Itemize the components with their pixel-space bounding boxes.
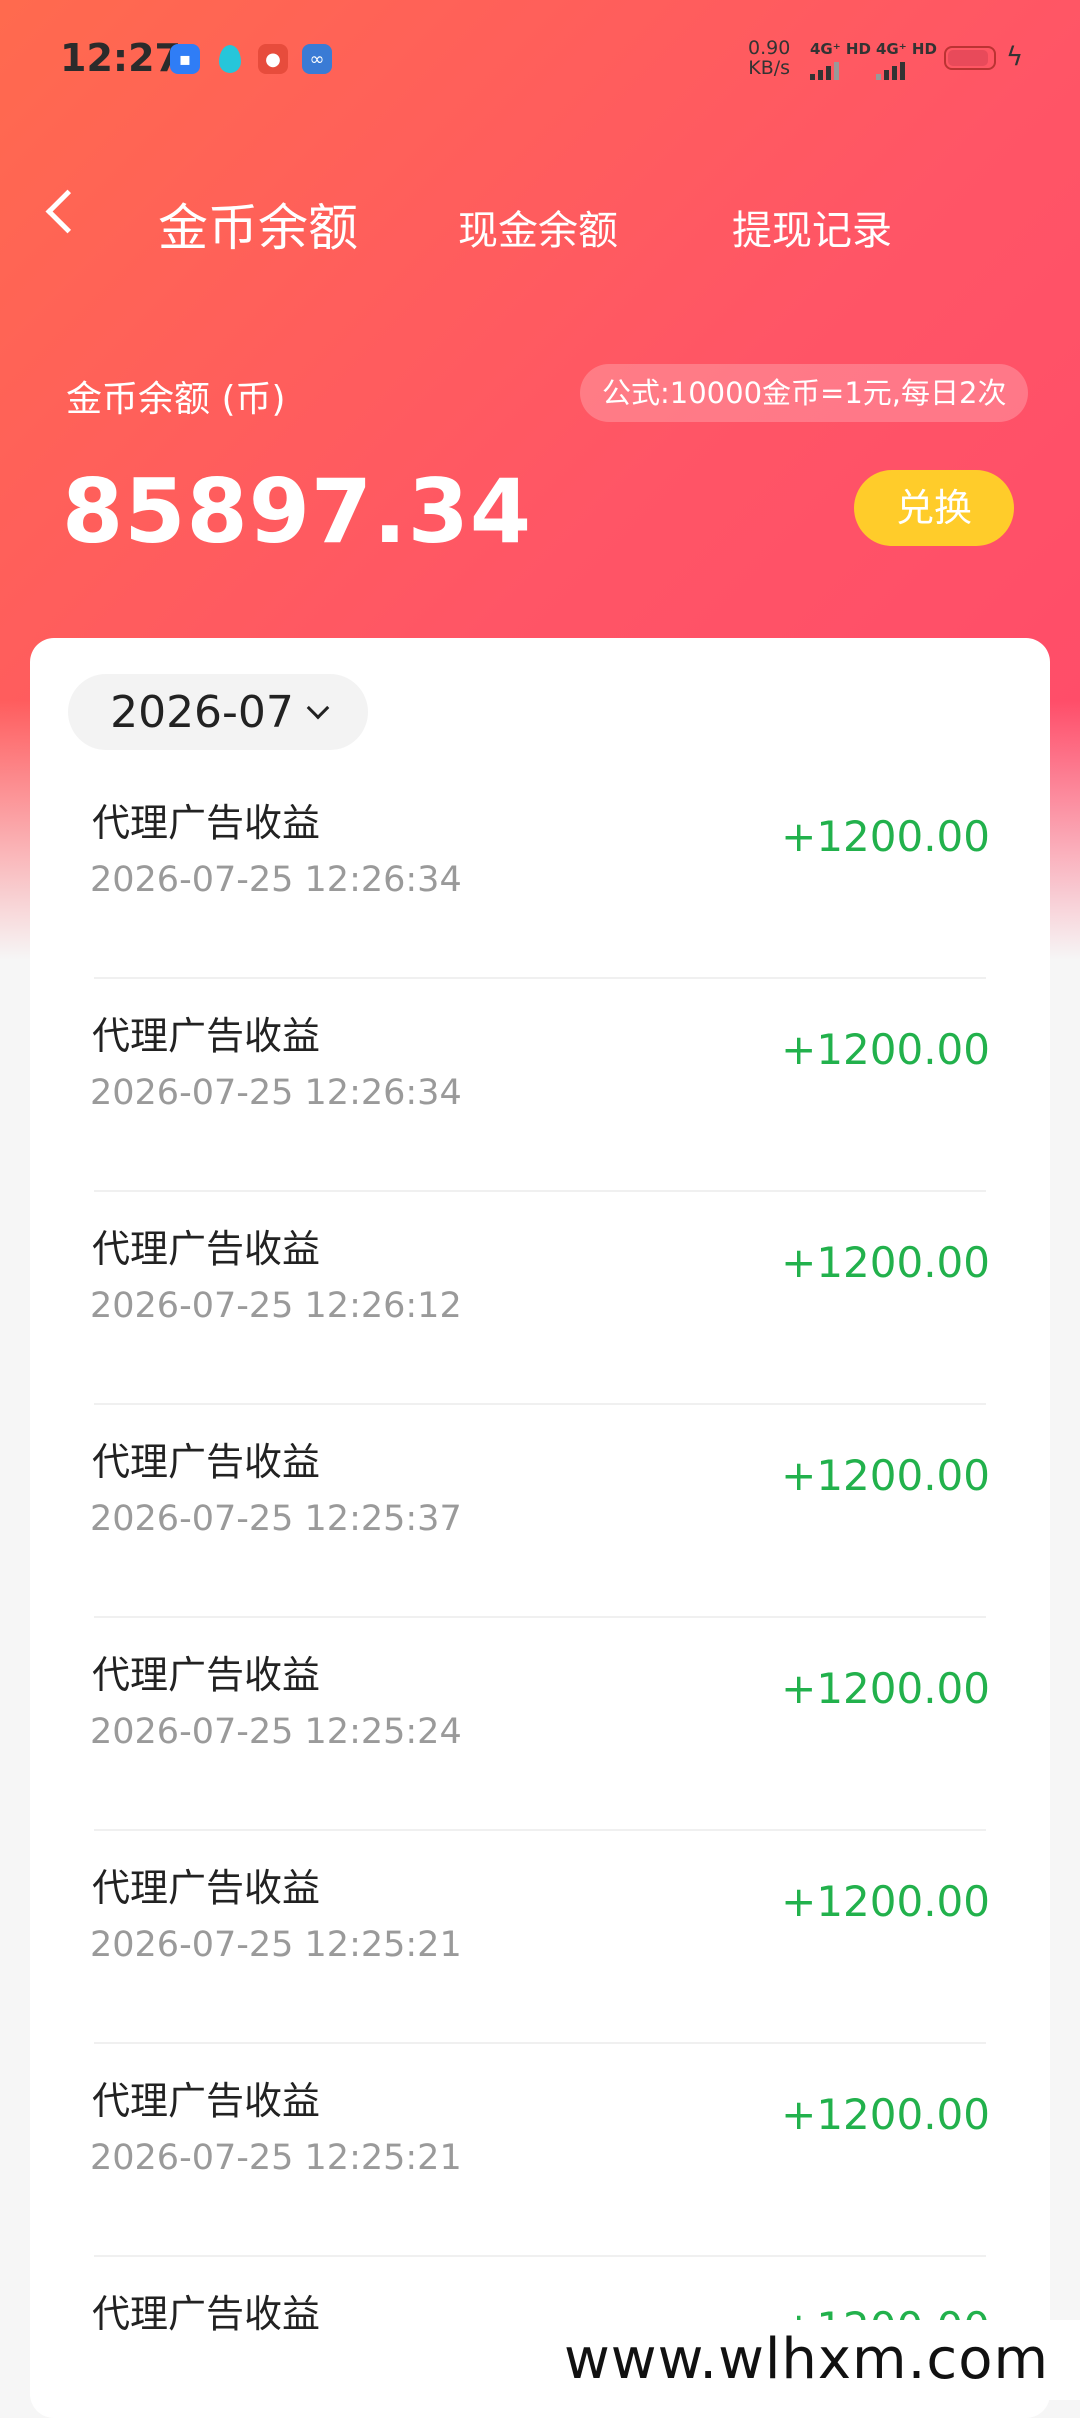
transaction-amount: +1200.00	[781, 1451, 990, 1500]
transaction-card: 2026-07 代理广告收益 2026-07-25 12:26:34 +1200…	[30, 638, 1050, 2418]
transaction-amount: +1200.00	[781, 2090, 990, 2139]
exchange-formula-badge: 公式:10000金币=1元,每日2次	[580, 364, 1029, 422]
message-notification-icon: ▪	[170, 44, 200, 74]
link-notification-icon: ∞	[302, 44, 332, 74]
network-speed-value: 0.90	[748, 37, 791, 59]
transaction-row[interactable]: 代理广告收益 2026-07-25 12:25:37 +1200.00	[30, 1405, 1050, 1618]
transaction-time: 2026-07-25 12:25:21	[90, 1925, 462, 1965]
transaction-amount: +1200.00	[781, 1877, 990, 1926]
transaction-amount: +1200.00	[781, 812, 990, 861]
signal-label-sim1: 4G⁺ HD	[810, 40, 871, 58]
tab-withdraw-records[interactable]: 提现记录	[732, 198, 892, 256]
month-value: 2026-07	[110, 686, 294, 738]
transaction-title: 代理广告收益	[92, 2079, 321, 2123]
transaction-title: 代理广告收益	[92, 1866, 321, 1910]
month-selector[interactable]: 2026-07	[68, 674, 368, 750]
balance-label: 金币余额 (币)	[66, 379, 286, 420]
tab-cash-balance[interactable]: 现金余额	[458, 198, 618, 256]
transaction-time: 2026-07-25 12:25:21	[90, 2138, 462, 2178]
network-speed-unit: KB/s	[748, 57, 791, 79]
watermark: www.wlhxm.com	[540, 2320, 1080, 2400]
transaction-title: 代理广告收益	[92, 1653, 321, 1697]
transaction-time: 2026-07-25 12:26:34	[90, 1073, 462, 1113]
transaction-row[interactable]: 代理广告收益 2026-07-25 12:25:21 +1200.00	[30, 1831, 1050, 2044]
transaction-time: 2026-07-25 12:26:34	[90, 860, 462, 900]
app-notification-icon: ●	[258, 44, 288, 74]
transaction-amount: +1200.00	[781, 1025, 990, 1074]
transaction-row[interactable]: 代理广告收益 2026-07-25 12:26:34 +1200.00	[30, 766, 1050, 979]
signal-label-sim2: 4G⁺ HD	[876, 40, 937, 58]
transaction-row[interactable]: 代理广告收益 2026-07-25 12:25:24 +1200.00	[30, 1618, 1050, 1831]
transaction-title: 代理广告收益	[92, 1227, 321, 1271]
transaction-title: 代理广告收益	[92, 2292, 321, 2336]
transaction-amount: +1200.00	[781, 1238, 990, 1287]
battery-icon	[944, 46, 996, 70]
transaction-time: 2026-07-25 12:25:24	[90, 1712, 462, 1752]
transaction-time: 2026-07-25 12:25:37	[90, 1499, 462, 1539]
tab-coin-balance[interactable]: 金币余额	[158, 188, 358, 260]
transaction-title: 代理广告收益	[92, 801, 321, 845]
transaction-row[interactable]: 代理广告收益 2026-07-25 12:26:12 +1200.00	[30, 1192, 1050, 1405]
transaction-amount: +1200.00	[781, 1664, 990, 1713]
balance-value: 85897.34	[62, 460, 533, 563]
transaction-row[interactable]: 代理广告收益 2026-07-25 12:25:21 +1200.00	[30, 2044, 1050, 2257]
transaction-time: 2026-07-25 12:26:12	[90, 1286, 462, 1326]
chevron-down-icon	[306, 696, 330, 720]
signal-icon-sim1: 4G⁺ HD	[810, 40, 871, 80]
status-bar: 12:27 ▪ ● ∞ 0.90 KB/s 4G⁺ HD 4G⁺ HD ϟ	[0, 0, 1080, 120]
water-drop-notification-icon	[215, 44, 245, 74]
exchange-button[interactable]: 兑换	[854, 470, 1014, 546]
transaction-row[interactable]: 代理广告收益 2026-07-25 12:26:34 +1200.00	[30, 979, 1050, 1192]
signal-icon-sim2: 4G⁺ HD	[876, 40, 937, 80]
network-speed: 0.90 KB/s	[748, 38, 790, 78]
status-time: 12:27	[60, 36, 181, 80]
transaction-title: 代理广告收益	[92, 1440, 321, 1484]
charging-icon: ϟ	[1006, 42, 1024, 72]
transaction-title: 代理广告收益	[92, 1014, 321, 1058]
